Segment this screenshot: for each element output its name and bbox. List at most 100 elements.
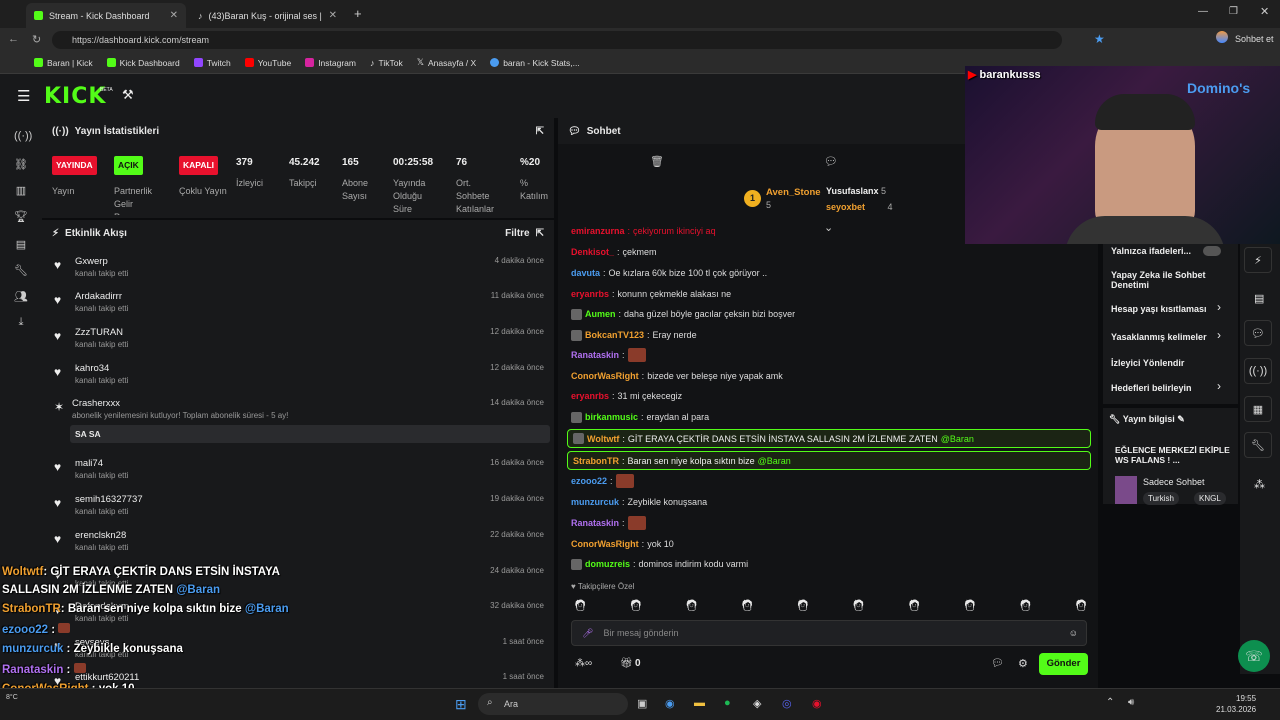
bookmark-twitch[interactable]: Twitch [193, 58, 231, 68]
emote-icon[interactable]: 🧑︎ [796, 599, 810, 615]
bookmark-baran-kick[interactable]: Baran | Kick [34, 58, 93, 68]
emote-icon[interactable]: 🧑︎ [573, 599, 587, 615]
task-view-icon[interactable]: ▣ [637, 697, 647, 710]
broadcast-icon[interactable]: ((·)) [1244, 358, 1272, 384]
close-window-icon[interactable]: ✕ [1260, 5, 1269, 18]
stream-icon[interactable]: ((·)) [14, 130, 32, 144]
emote-icon[interactable]: 🧑︎ [851, 599, 865, 615]
feed-user[interactable]: Crasherxxx [72, 398, 120, 409]
chat-icon[interactable]: 💬︎ [1244, 320, 1272, 346]
users-icon[interactable]: 👥︎ [14, 290, 28, 304]
url-input[interactable]: https://dashboard.kick.com/stream [52, 31, 1062, 49]
raid-option[interactable]: İzleyici Yönlendir [1111, 358, 1184, 368]
bookmark-instagram[interactable]: Instagram [305, 58, 356, 68]
chat-user[interactable]: emiranzurna [571, 226, 625, 236]
weather-temp[interactable]: 8°C [6, 694, 18, 701]
doc-icon[interactable]: ▤ [1254, 292, 1264, 305]
clock[interactable]: 19:55 21.03.2026 [1216, 693, 1256, 715]
feed-user[interactable]: mali74 [75, 458, 103, 469]
popout-icon[interactable]: ⇱ [536, 228, 544, 239]
feed-user[interactable]: kahro34 [75, 363, 109, 374]
start-icon[interactable]: ⊞ [455, 696, 467, 713]
chat-user[interactable]: ConorWasRight [571, 539, 639, 549]
feed-user[interactable]: erenclskn28 [75, 530, 126, 541]
maximize-icon[interactable]: ❐ [1229, 6, 1238, 17]
message-icon[interactable]: 💬︎ [824, 155, 838, 168]
chat-user[interactable]: birkanmusic [585, 412, 638, 422]
wrench-icon[interactable]: 🔧︎ [1244, 432, 1272, 458]
back-icon[interactable]: ← [8, 33, 19, 45]
chat-user[interactable]: domuzreis [585, 559, 630, 569]
chat-user[interactable]: davuta [571, 268, 600, 278]
browser-tab-active[interactable]: Stream - Kick Dashboard ✕ [26, 3, 186, 28]
trash-icon[interactable]: 🗑︎ [650, 155, 664, 168]
emote-only-option[interactable]: Yalnızca ifadeleri... [1111, 246, 1191, 256]
gift-icon[interactable]: 🎁︎ [620, 658, 633, 669]
filter-button[interactable]: Filtre [505, 228, 529, 239]
category-name[interactable]: Sadece Sohbet [1143, 477, 1205, 487]
chat-user[interactable]: Ranataskin [571, 350, 619, 360]
bookmark-kick-stats[interactable]: baran - Kick Stats,... [490, 58, 580, 68]
spotify-icon[interactable]: ● [724, 697, 731, 709]
menu-icon[interactable]: ☰ [17, 87, 30, 105]
mic-icon[interactable]: 🎤︎ [582, 628, 593, 639]
copilot-icon[interactable] [1216, 31, 1228, 43]
chat-user[interactable]: Aumen [585, 309, 616, 319]
reload-icon[interactable]: ↻ [32, 33, 41, 46]
points-icon[interactable]: ⁂∞ [575, 658, 592, 669]
leader-name[interactable]: seyoxbet [826, 202, 865, 212]
chat-user[interactable]: ConorWasRight [571, 371, 639, 381]
mention[interactable]: @Baran [758, 456, 791, 466]
emoji-icon[interactable]: ☺ [1069, 628, 1078, 638]
app-icon[interactable]: ◈ [753, 697, 761, 710]
account-age-option[interactable]: Hesap yaşı kısıtlaması [1111, 304, 1207, 314]
wrench-icon[interactable]: 🔧︎ [14, 264, 28, 278]
chat-user[interactable]: ezooo22 [571, 476, 607, 486]
minimize-icon[interactable]: — [1198, 6, 1208, 17]
ai-moderation-option[interactable]: Yapay Zeka ile Sohbet Denetimi [1111, 270, 1211, 290]
profile-label[interactable]: Sohbet et [1235, 34, 1274, 44]
popout-icon[interactable]: ⇱ [536, 126, 544, 137]
analytics-icon[interactable]: ▥ [14, 184, 28, 198]
favorite-star-icon[interactable]: ★ [1094, 32, 1105, 46]
chat-user[interactable]: BokcanTV123 [585, 330, 644, 340]
emote-icon[interactable]: 🧑︎ [963, 599, 977, 615]
goals-option[interactable]: Hedefleri belirleyin [1111, 383, 1192, 393]
leader-name[interactable]: Yusufaslanx [826, 186, 879, 196]
bookmark-youtube[interactable]: YouTube [244, 58, 291, 68]
emote-icon[interactable]: 🧑︎ [1018, 599, 1032, 615]
chat-user[interactable]: Ranataskin [571, 518, 619, 528]
bookmark-x[interactable]: 𝕏 Anasayfa / X [417, 57, 476, 68]
bolt-icon[interactable]: ⚡︎ [1244, 247, 1272, 273]
gear-icon[interactable]: ⚙ [1018, 657, 1028, 670]
new-tab-icon[interactable]: + [354, 6, 362, 21]
emote-icon[interactable]: 🧑︎ [740, 599, 754, 615]
chat-user[interactable]: munzurcuk [571, 497, 619, 507]
kick-logo[interactable]: KICK [44, 84, 106, 109]
chat-user[interactable]: Woltwtf [587, 434, 619, 444]
trophy-icon[interactable]: 🏆︎ [14, 210, 28, 224]
edge-icon[interactable]: ◉ [665, 697, 675, 710]
mention[interactable]: @Baran [941, 434, 974, 444]
chat-user[interactable]: StrabonTR [573, 456, 619, 466]
banned-words-option[interactable]: Yasaklanmış kelimeler [1111, 332, 1207, 342]
chat-user[interactable]: eryanrbs [571, 391, 609, 401]
emote-icon[interactable]: 🧑︎ [1074, 599, 1088, 615]
feed-user[interactable]: Ardakadirrr [75, 291, 122, 302]
app-icon[interactable]: ◉ [812, 697, 822, 710]
send-button[interactable]: Gönder [1039, 653, 1088, 675]
emote-icon[interactable]: 🧑︎ [907, 599, 921, 615]
feed-user[interactable]: ZzzTURAN [75, 327, 123, 338]
chevron-down-icon[interactable]: ⌄ [824, 221, 833, 234]
link-icon[interactable]: ⛓ [14, 158, 28, 172]
volume-icon[interactable]: 🔊︎ [1128, 697, 1134, 708]
discord-icon[interactable]: ◎ [782, 697, 792, 710]
close-tab-icon[interactable]: ✕ [170, 10, 178, 21]
leader-name[interactable]: Aven_Stone [766, 187, 821, 198]
folder-icon[interactable]: ▬ [694, 697, 705, 709]
feed-user[interactable]: Gxwerp [75, 256, 108, 267]
chat-user[interactable]: eryanrbs [571, 289, 609, 299]
chat-user[interactable]: Denkisot_ [571, 247, 614, 257]
tray-chevron-icon[interactable]: ⌃ [1106, 697, 1114, 708]
layout-icon[interactable]: ▦ [1244, 396, 1272, 422]
